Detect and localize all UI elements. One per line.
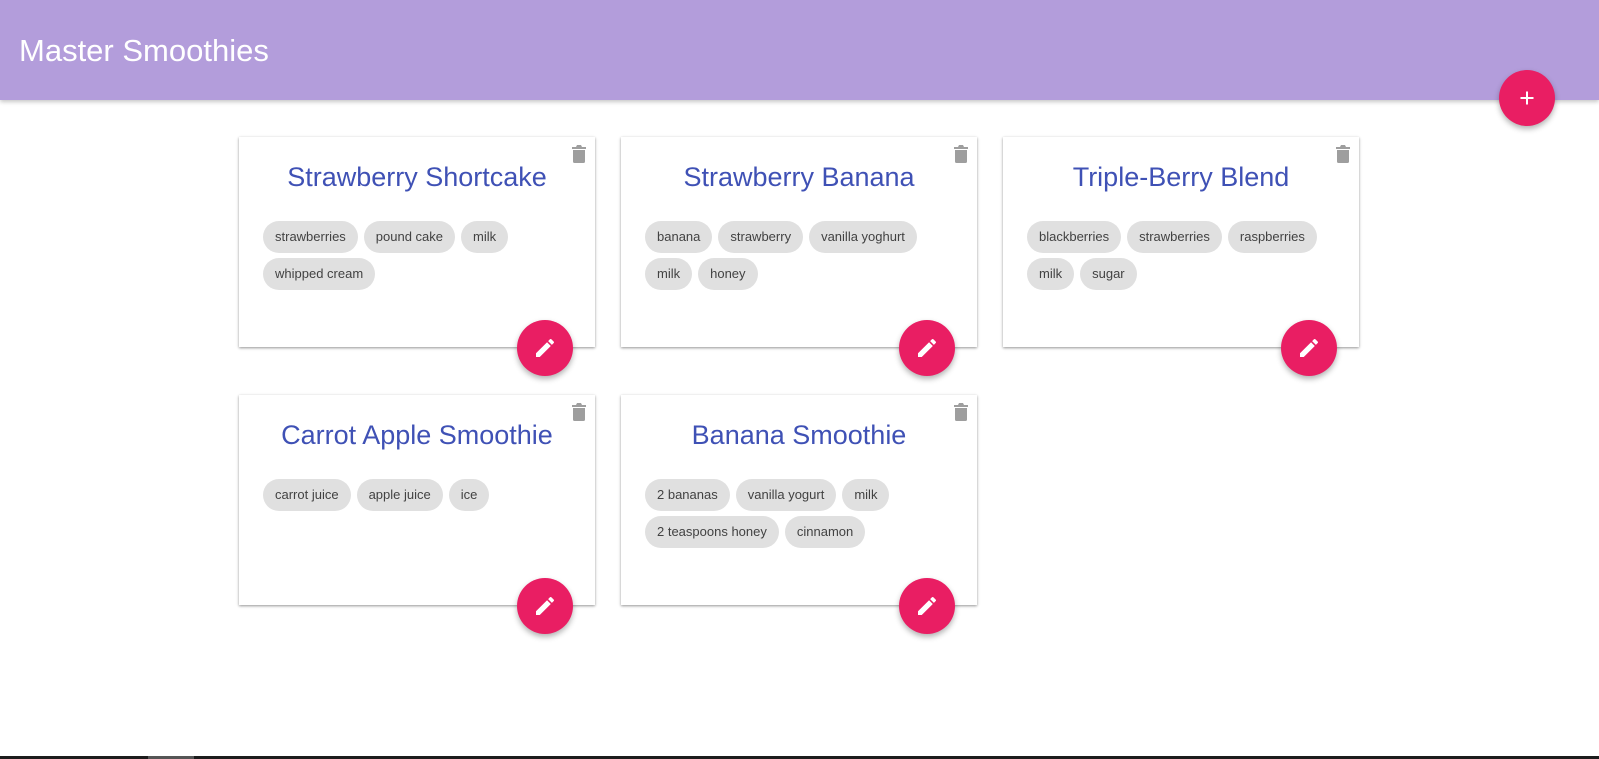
edit-button[interactable] [517,320,573,376]
smoothie-card: Triple-Berry Blend blackberries strawber… [1003,137,1359,376]
smoothie-title: Strawberry Shortcake [287,162,547,192]
edit-button[interactable] [1281,320,1337,376]
smoothie-title: Strawberry Banana [683,162,915,192]
ingredient-chip: cinnamon [784,516,866,548]
ingredient-chip: 2 teaspoons honey [645,516,779,548]
pencil-icon [1300,339,1318,357]
edit-button[interactable] [517,578,573,634]
smoothie-card: Banana Smoothie 2 bananas vanilla yogurt… [621,395,977,634]
ingredient-chip: milk [842,479,890,511]
ingredient-chip: milk [645,258,693,290]
edit-button[interactable] [899,578,955,634]
pencil-icon [536,597,554,615]
ingredient-chip: 2 bananas [645,479,730,511]
smoothie-title: Banana Smoothie [691,420,907,450]
ingredient-chip: vanilla yogurt [735,479,837,511]
pencil-icon [918,339,936,357]
smoothie-title: Carrot Apple Smoothie [281,420,553,450]
ingredient-chip: milk [461,221,509,253]
ingredient-chip: strawberries [263,221,358,253]
pencil-icon [536,339,554,357]
ingredient-chip: sugar [1080,258,1137,290]
ingredient-list: 2 bananas vanilla yogurt milk 2 teaspoon… [645,479,945,548]
ingredient-chip: raspberries [1227,221,1317,253]
smoothie-card: Carrot Apple Smoothie carrot juice apple… [239,395,595,634]
ingredient-list: carrot juice apple juice ice [263,479,563,511]
smoothie-title: Triple-Berry Blend [1072,162,1290,192]
plus-icon [1520,91,1534,105]
add-smoothie-button[interactable] [1499,70,1555,126]
ingredient-chip: honey [698,258,758,290]
ingredient-list: blackberries strawberries raspberries mi… [1027,221,1327,290]
page-title: Master Smoothies [19,33,269,68]
ingredient-chip: strawberries [1127,221,1222,253]
ingredient-list: banana strawberry vanilla yoghurt milk h… [645,221,945,290]
ingredient-chip: carrot juice [263,479,351,511]
smoothie-card: Strawberry Shortcake strawberries pound … [239,137,595,376]
pencil-icon [918,597,936,615]
ingredient-chip: banana [645,221,713,253]
ingredient-chip: pound cake [363,221,456,253]
app-bar: Master Smoothies [0,0,1599,100]
smoothie-card: Strawberry Banana banana strawberry vani… [621,137,977,376]
edit-button[interactable] [899,320,955,376]
ingredient-list: strawberries pound cake milk whipped cre… [263,221,563,290]
ingredient-chip: strawberry [718,221,804,253]
ingredient-chip: ice [448,479,490,511]
ingredient-chip: vanilla yoghurt [809,221,917,253]
ingredient-chip: blackberries [1027,221,1122,253]
ingredient-chip: apple juice [356,479,443,511]
ingredient-chip: whipped cream [263,258,376,290]
ingredient-chip: milk [1027,258,1075,290]
